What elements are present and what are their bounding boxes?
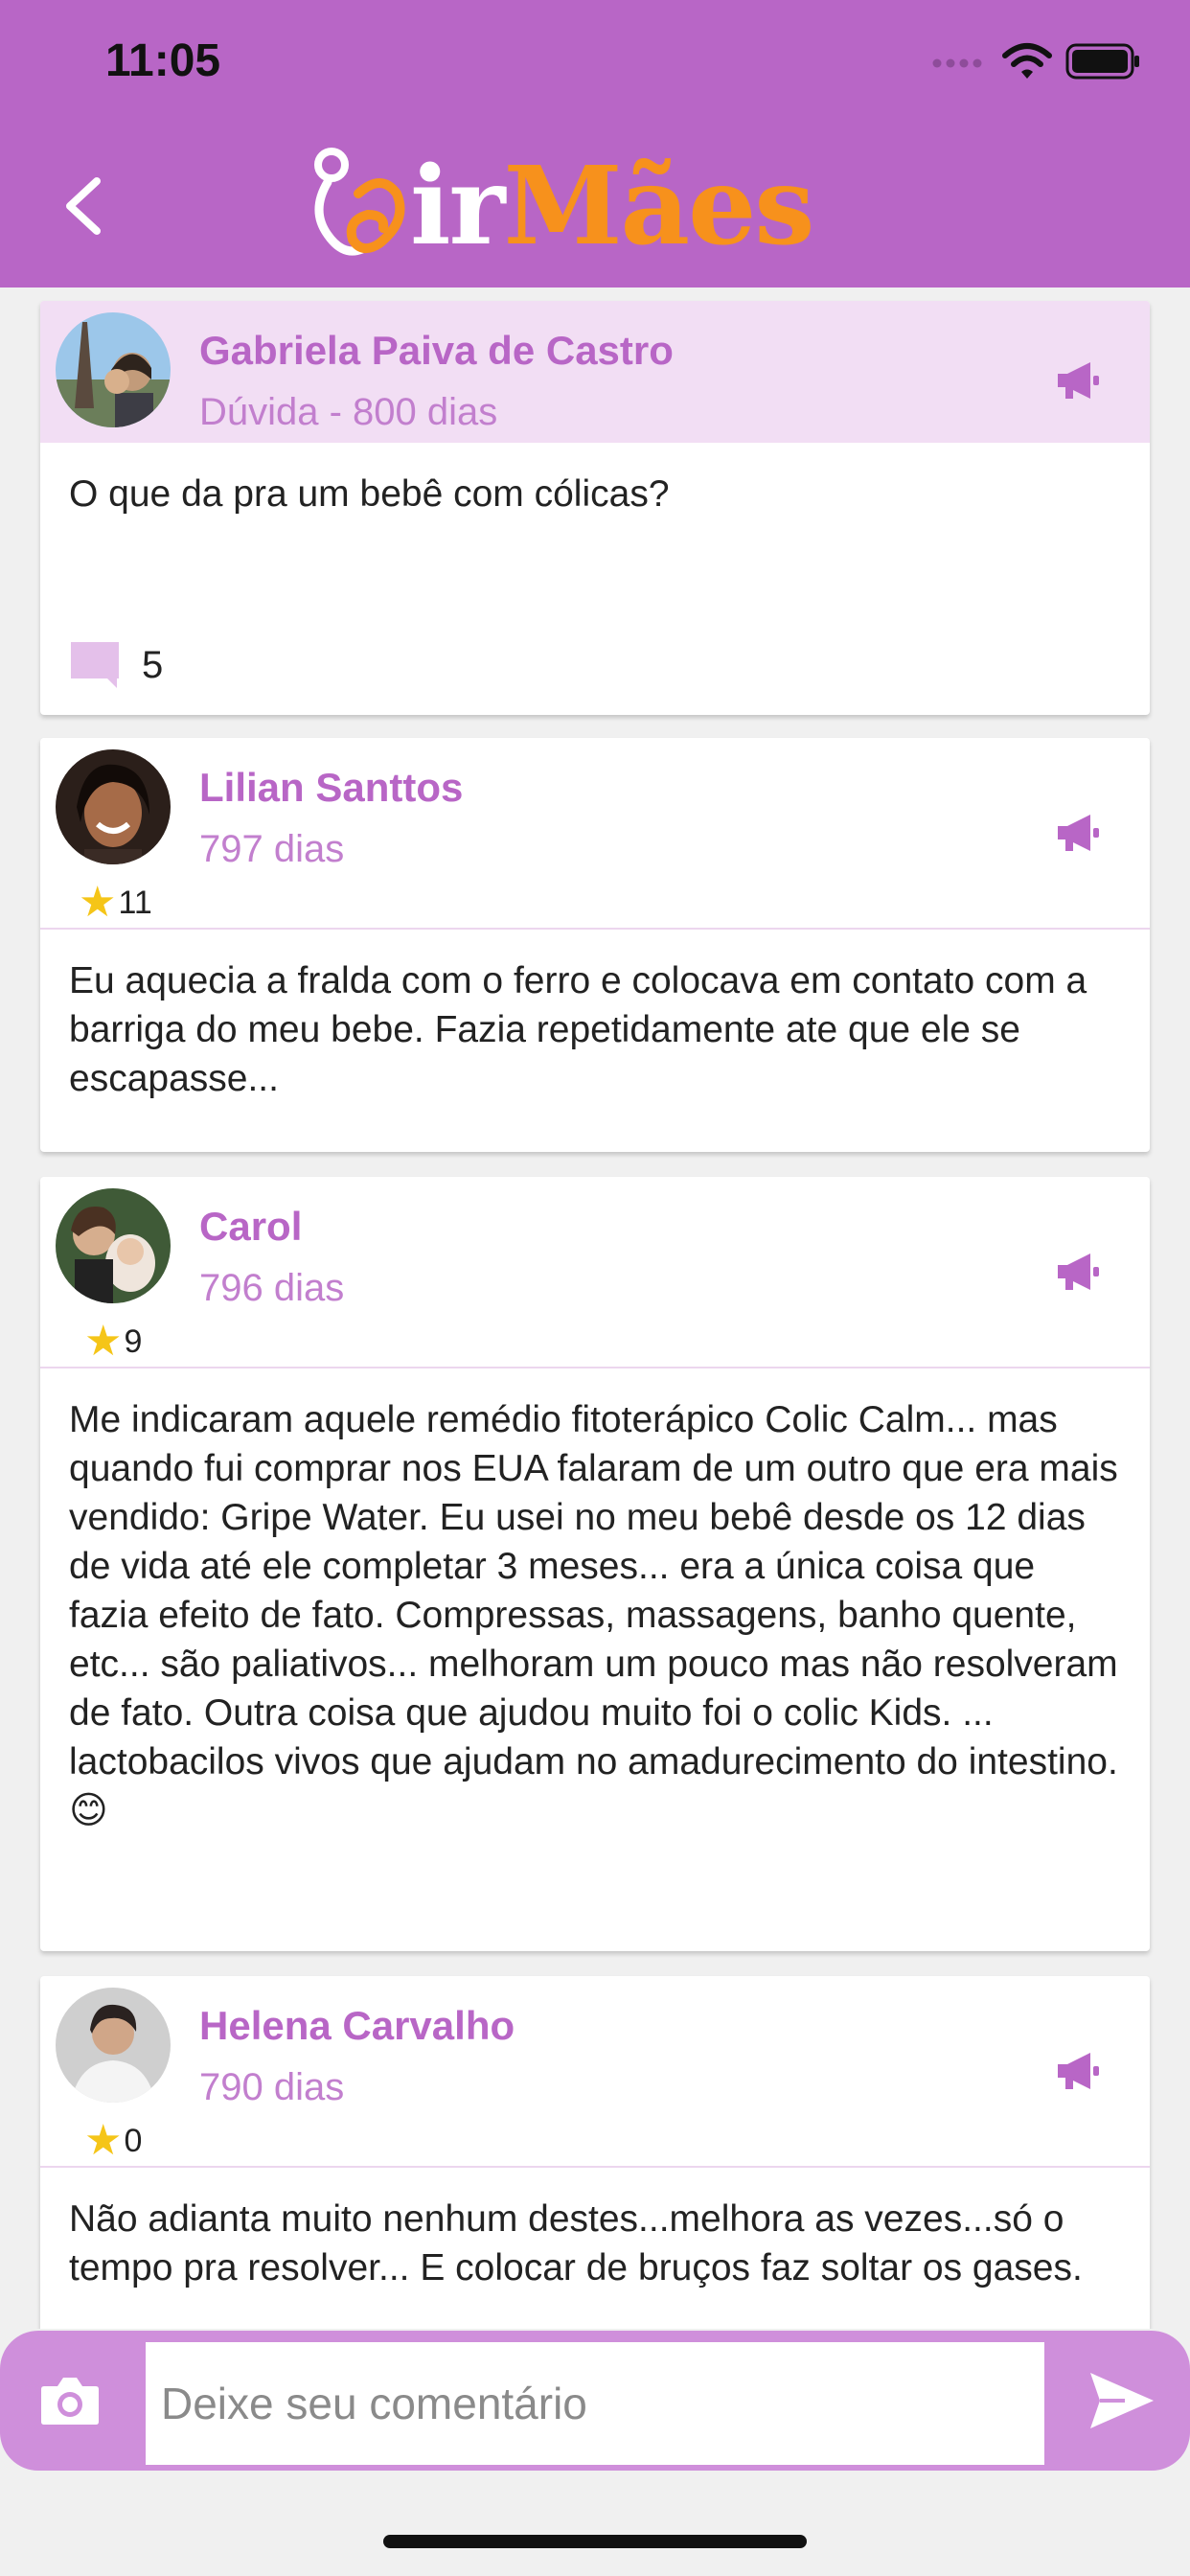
answer-card[interactable]: Helena Carvalho 790 dias ★ 0 Não adianta… [40, 1976, 1150, 2329]
comment-count[interactable]: 5 [69, 640, 163, 690]
author-name[interactable]: Carol [199, 1204, 302, 1250]
avatar[interactable] [56, 749, 171, 864]
send-icon[interactable] [1087, 2369, 1156, 2432]
author-name[interactable]: Gabriela Paiva de Castro [199, 328, 674, 374]
author-name[interactable]: Helena Carvalho [199, 2003, 515, 2049]
chevron-left-icon [66, 177, 101, 235]
star-icon: ★ [84, 1318, 123, 1365]
answer-header: Helena Carvalho 790 dias ★ 0 [40, 1976, 1150, 2168]
question-header: Gabriela Paiva de Castro Dúvida - 800 di… [40, 301, 1150, 443]
report-megaphone-icon[interactable] [1054, 1248, 1102, 1296]
avatar[interactable] [56, 1188, 171, 1303]
star-rating: ★ 11 [79, 882, 152, 924]
star-count: 11 [118, 884, 152, 921]
comment-input[interactable] [146, 2342, 1044, 2465]
post-meta: 796 dias [199, 1267, 345, 1309]
star-icon: ★ [84, 2117, 123, 2164]
report-megaphone-icon[interactable] [1054, 809, 1102, 857]
report-megaphone-icon[interactable] [1054, 356, 1102, 404]
star-icon: ★ [79, 879, 117, 926]
report-megaphone-icon[interactable] [1054, 2047, 1102, 2095]
status-icons [931, 42, 1142, 80]
star-rating: ★ 9 [84, 1321, 142, 1363]
answer-header: Lilian Santtos 797 dias ★ 11 [40, 738, 1150, 930]
star-count: 9 [124, 1322, 143, 1360]
question-card[interactable]: Gabriela Paiva de Castro Dúvida - 800 di… [40, 301, 1150, 715]
author-name[interactable]: Lilian Santtos [199, 765, 463, 811]
logo-symbol-icon [314, 148, 405, 256]
comment-count-value: 5 [142, 643, 164, 686]
app-header: 11:05 ir Mães [0, 0, 1190, 288]
logo-text-maes: Mães [503, 143, 815, 269]
avatar[interactable] [56, 312, 171, 427]
comment-compose-bar [0, 2331, 1190, 2471]
logo-text-ir: ir [410, 143, 506, 269]
app-logo: ir Mães [305, 143, 889, 269]
answer-header: Carol 796 dias ★ 9 [40, 1177, 1150, 1368]
battery-icon [1065, 43, 1139, 80]
answer-card[interactable]: Carol 796 dias ★ 9 Me indicaram aquele r… [40, 1177, 1150, 1951]
comment-feed[interactable]: Gabriela Paiva de Castro Dúvida - 800 di… [0, 288, 1190, 2329]
star-count: 0 [124, 2122, 143, 2159]
post-meta: 797 dias [199, 828, 345, 870]
camera-icon[interactable] [38, 2369, 102, 2432]
home-indicator[interactable] [383, 2535, 807, 2548]
star-rating: ★ 0 [84, 2120, 142, 2162]
post-meta: Dúvida - 800 dias [199, 391, 498, 433]
comment-bubble-icon [71, 642, 119, 688]
wifi-icon [1002, 43, 1052, 79]
answer-text: Me indicaram aquele remédio fitoterápico… [69, 1399, 1118, 1831]
back-button[interactable] [53, 168, 110, 244]
answer-card[interactable]: Lilian Santtos 797 dias ★ 11 Eu aquecia … [40, 738, 1150, 1152]
post-meta: 790 dias [199, 2066, 345, 2108]
question-text: O que da pra um bebê com cólicas? [69, 473, 670, 515]
avatar[interactable] [56, 1988, 171, 2103]
answer-text: Eu aquecia a fralda com o ferro e coloca… [69, 960, 1087, 1099]
answer-text: Não adianta muito nenhum destes...melhor… [69, 2198, 1083, 2288]
status-time: 11:05 [105, 35, 221, 86]
signal-icon [932, 58, 982, 68]
